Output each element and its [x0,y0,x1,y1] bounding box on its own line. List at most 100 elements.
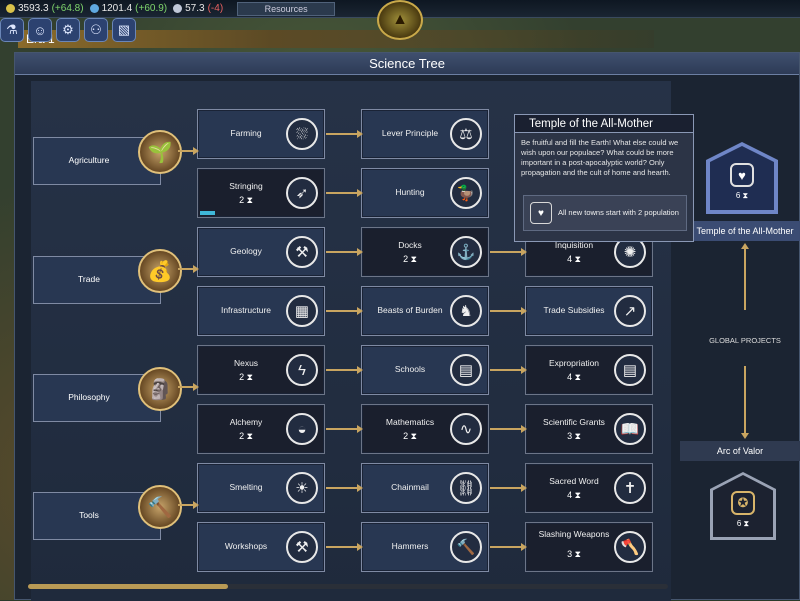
tech-label: Smelting [229,482,263,492]
influence-value: 57.3 [185,3,205,14]
bust-statue-icon: 🗿 [138,367,182,411]
dock-icon: ⚓ [450,236,482,268]
influence-delta: (-4) [207,3,224,14]
project-turns: 6 ⧗ [736,519,750,528]
arrow-connector [741,366,749,439]
heart-hands-icon: ♥ [530,202,552,224]
arrow-connector [326,366,363,374]
tech-label: Alchemy [229,417,263,427]
category-trade[interactable]: Trade 💰 [33,249,182,304]
tech-infrastructure[interactable]: Infrastructure ▦ [197,286,325,336]
gears-icon[interactable]: ⚙ [56,18,80,42]
tech-label: Chainmail [391,482,429,492]
tech-turns: 4 ⧗ [567,372,581,382]
tech-label: Slashing Weapons [538,529,610,539]
global-project-arc-label[interactable]: Arc of Valor [680,441,800,461]
gold-value: 3593.3 [18,3,49,14]
science-value: 1201.4 [101,3,133,14]
duck-icon: 🦆 [450,177,482,209]
tech-alchemy[interactable]: Alchemy 2 ⧗ ◒ [197,404,325,454]
eye-pyramid-icon[interactable]: ▲ [377,0,423,40]
flask-icon[interactable]: ⚗ [0,18,24,42]
tech-hunting[interactable]: Hunting 🦆 [361,168,489,218]
tech-farming[interactable]: Farming ⛆ [197,109,325,159]
tech-nexus[interactable]: Nexus 2 ⧗ ϟ [197,345,325,395]
tech-label: Docks [398,240,422,250]
tech-lever-principle[interactable]: Lever Principle ⚖ [361,109,489,159]
people-icon[interactable]: ⚇ [84,18,108,42]
lightning-icon: ϟ [286,354,318,386]
resource-gold: 3593.3 (+64.8) [6,3,84,14]
tech-label: Schools [394,364,426,374]
research-progress-bar [200,211,215,215]
arrow-connector [490,425,527,433]
tech-turns: 2 ⧗ [403,431,417,441]
sprout-hands-icon: 🌱 [138,130,182,174]
tech-label: Sacred Word [549,476,599,486]
category-label: Tools [79,510,99,520]
arrow-connector [490,366,527,374]
tech-sacred-word[interactable]: Sacred Word 4 ⧗ ✝ [525,463,653,513]
tech-docks[interactable]: Docks 2 ⧗ ⚓ [361,227,489,277]
document-icon: ▤ [614,354,646,386]
tech-label: Hunting [395,187,425,197]
horizontal-scrollbar-thumb[interactable] [28,584,228,589]
arrow-connector [326,484,363,492]
tech-turns: 2 ⧗ [403,254,417,264]
resources-button[interactable]: Resources [237,1,336,16]
resource-science: 1201.4 (+60.9) [89,3,168,14]
money-bag-icon: 💰 [138,249,182,293]
tech-turns: 2 ⧗ [239,195,253,205]
tech-label: Mathematics [385,417,435,427]
category-label: Philosophy [68,392,110,402]
arrow-connector [326,189,363,197]
tooltip-effect: ♥ All new towns start with 2 population [523,195,687,231]
axe-icon: 🪓 [614,531,646,563]
tech-trade-subsidies[interactable]: Trade Subsidies ↗ [525,286,653,336]
arrow-connector [326,130,363,138]
lightbulb-icon: ☀ [286,472,318,504]
global-project-temple-label[interactable]: Temple of the All-Mother [690,221,800,241]
pickaxes-icon: ⚒ [286,236,318,268]
tech-geology[interactable]: Geology ⚒ [197,227,325,277]
heart-hands-icon: ♥ [730,163,754,187]
tech-workshops[interactable]: Workshops ⚒ [197,522,325,572]
arrow-connector [326,248,363,256]
lever-icon: ⚖ [450,118,482,150]
tech-expropriation[interactable]: Expropriation 4 ⧗ ▤ [525,345,653,395]
bow-icon: ➶ [286,177,318,209]
tech-turns: 2 ⧗ [239,431,253,441]
hammer-icon: 🔨 [450,531,482,563]
field-icon: ⛆ [286,118,318,150]
arrow-connector [326,543,363,551]
category-agriculture[interactable]: Agriculture 🌱 [33,130,182,185]
tech-label: Beasts of Burden [377,305,443,315]
arrow-connector [178,383,199,391]
horse-icon: ♞ [450,295,482,327]
tech-schools[interactable]: Schools ▤ [361,345,489,395]
resource-influence: 57.3 (-4) [173,3,223,14]
tech-mathematics[interactable]: Mathematics 2 ⧗ ∿ [361,404,489,454]
tech-stringing[interactable]: Stringing 2 ⧗ ➶ [197,168,325,218]
arrow-connector [178,147,199,155]
tech-slashing-weapons[interactable]: Slashing Weapons 3 ⧗ 🪓 [525,522,653,572]
category-tools[interactable]: Tools 🔨 [33,485,182,540]
global-projects-heading: GLOBAL PROJECTS [709,336,781,345]
science-delta: (+60.9) [135,3,168,14]
tech-beasts-of-burden[interactable]: Beasts of Burden ♞ [361,286,489,336]
arrow-connector [178,501,199,509]
star-icon [173,4,183,13]
graph-icon: ∿ [450,413,482,445]
bible-icon: ✝ [614,472,646,504]
person-icon[interactable]: ☺ [28,18,52,42]
map-icon[interactable]: ▧ [112,18,136,42]
buildings-icon: ▦ [286,295,318,327]
category-philosophy[interactable]: Philosophy 🗿 [33,367,182,422]
tech-smelting[interactable]: Smelting ☀ [197,463,325,513]
tech-turns: 4 ⧗ [567,254,581,264]
mortar-icon: ◒ [286,413,318,445]
tech-scientific-grants[interactable]: Scientific Grants 3 ⧗ 📖 [525,404,653,454]
tech-chainmail[interactable]: Chainmail ⛓ [361,463,489,513]
tech-hammers[interactable]: Hammers 🔨 [361,522,489,572]
tech-tooltip: Temple of the All-Mother Be fruitful and… [514,114,694,242]
